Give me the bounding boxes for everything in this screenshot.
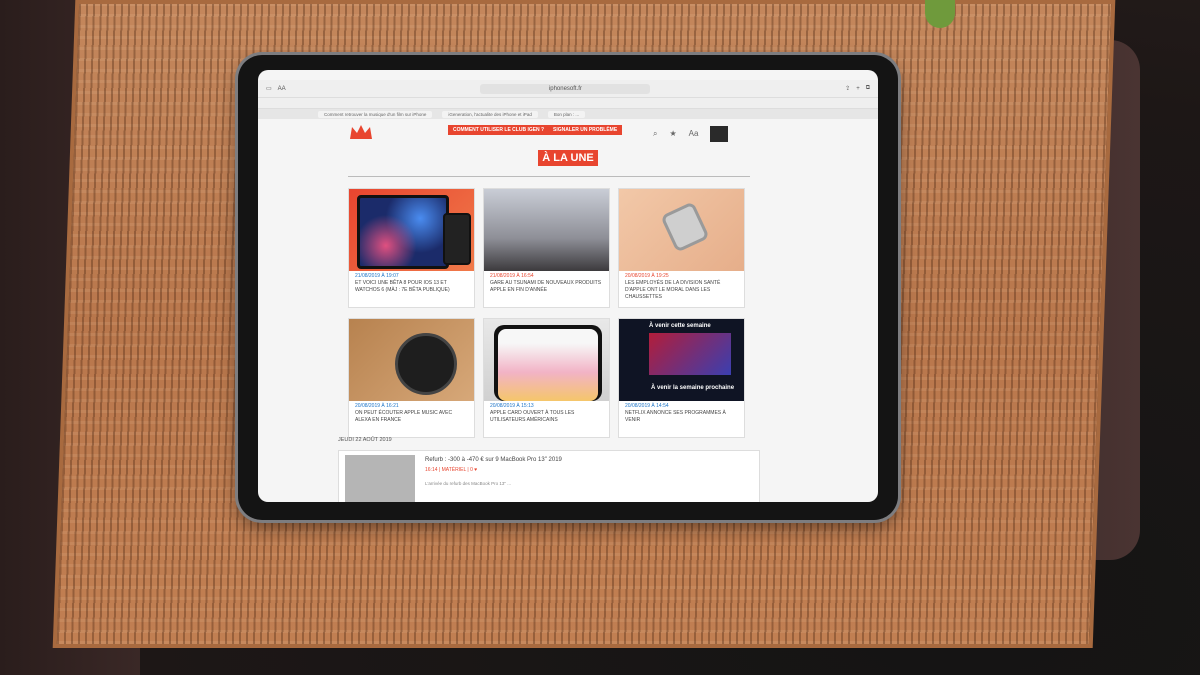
ipad-device: ▭ AA iphonesoft.fr ⇪ + ⧉ Comment retrouv… [238, 55, 898, 520]
card-title: APPLE CARD OUVERT À TOUS LES UTILISATEUR… [490, 410, 575, 423]
card-title: NETFLIX ANNONCE SES PROGRAMMES À VENIR [625, 410, 726, 423]
divider [348, 176, 750, 177]
article-thumbnail [345, 455, 415, 502]
card-thumbnail [619, 189, 744, 271]
url-text: iphonesoft.fr [548, 85, 582, 92]
site-header: COMMENT UTILISER LE CLUB IGEN ? SIGNALER… [258, 119, 878, 151]
browser-toolbar: ▭ AA iphonesoft.fr ⇪ + ⧉ [258, 80, 878, 98]
article-meta: 16:14 | MATÉRIEL | 0 ♥ [425, 467, 478, 473]
search-icon[interactable]: ⌕ [653, 129, 657, 142]
card-title: ON PEUT ÉCOUTER APPLE MUSIC AVEC ALEXA E… [355, 410, 453, 423]
new-tab-icon[interactable]: + [856, 86, 860, 92]
tabs-icon[interactable]: ⧉ [866, 85, 870, 92]
article-card[interactable]: 21/08/2019 À 16:54 GARE AU TSUNAMI DE NO… [483, 188, 610, 308]
tab-strip: Comment retrouver la musique d'un film s… [258, 109, 878, 119]
section-title: À LA UNE [538, 150, 598, 166]
card-title: LES EMPLOYÉS DE LA DIVISION SANTÉ D'APPL… [625, 280, 721, 300]
thumb-text-top: À venir cette semaine [649, 323, 711, 329]
article-grid: 21/08/2019 À 19:07 ET VOICI UNE BÊTA 8 P… [348, 188, 745, 438]
card-date: 20/08/2019 À 14:54 [625, 403, 669, 409]
card-date: 21/08/2019 À 16:54 [490, 273, 534, 279]
text-size-icon[interactable]: AA [278, 86, 286, 92]
bookmarks-bar [258, 98, 878, 109]
avatar[interactable] [710, 126, 729, 142]
browser-tab[interactable]: iGeneration, l'actualite des iPhone et i… [442, 110, 538, 118]
card-date: 21/08/2019 À 19:07 [355, 273, 399, 279]
card-thumbnail [349, 189, 474, 271]
card-date: 20/08/2019 À 15:13 [490, 403, 534, 409]
url-bar[interactable]: iphonesoft.fr [480, 83, 651, 94]
card-date: 20/08/2019 À 16:21 [355, 403, 399, 409]
crown-logo-icon[interactable] [348, 123, 374, 141]
thumb-text-bottom: À venir la semaine prochaine [651, 385, 735, 391]
article-excerpt: L'arrivée du refurb des MacBook Pro 13" … [425, 481, 511, 486]
card-title: GARE AU TSUNAMI DE NOUVEAUX PRODUITS APP… [490, 280, 602, 293]
card-date: 20/08/2019 À 19:25 [625, 273, 669, 279]
card-title: ET VOICI UNE BÊTA 8 POUR IOS 13 ET WATCH… [355, 280, 450, 293]
article-card[interactable]: À venir cette semaine À venir la semaine… [618, 318, 745, 438]
header-icons: ⌕ ★ Aa [653, 126, 729, 142]
article-card[interactable]: 20/08/2019 À 19:25 LES EMPLOYÉS DE LA DI… [618, 188, 745, 308]
card-thumbnail: À venir cette semaine À venir la semaine… [619, 319, 744, 401]
ipad-screen: ▭ AA iphonesoft.fr ⇪ + ⧉ Comment retrouv… [258, 70, 878, 502]
club-help-button[interactable]: COMMENT UTILISER LE CLUB IGEN ? [448, 125, 550, 135]
date-heading: JEUDI 22 AOÛT 2019 [338, 437, 392, 443]
font-size-icon[interactable]: Aa [689, 129, 699, 142]
status-bar [258, 70, 878, 80]
photo-background: ▭ AA iphonesoft.fr ⇪ + ⧉ Comment retrouv… [0, 0, 1200, 675]
browser-tab[interactable]: Bon plan : ... [547, 110, 586, 118]
article-row[interactable]: Refurb : -300 à -470 € sur 9 MacBook Pro… [338, 450, 760, 502]
article-card[interactable]: 21/08/2019 À 19:07 ET VOICI UNE BÊTA 8 P… [348, 188, 475, 308]
card-thumbnail [349, 319, 474, 401]
sidebar-icon[interactable]: ▭ [266, 85, 272, 92]
card-thumbnail [484, 189, 609, 271]
browser-tab[interactable]: Comment retrouver la musique d'un film s… [318, 110, 433, 118]
card-thumbnail [484, 319, 609, 401]
share-icon[interactable]: ⇪ [845, 85, 850, 92]
report-problem-button[interactable]: SIGNALER UN PROBLÈME [548, 125, 623, 135]
article-card[interactable]: 20/08/2019 À 16:21 ON PEUT ÉCOUTER APPLE… [348, 318, 475, 438]
article-title: Refurb : -300 à -470 € sur 9 MacBook Pro… [425, 457, 562, 463]
article-card[interactable]: 20/08/2019 À 15:13 APPLE CARD OUVERT À T… [483, 318, 610, 438]
star-icon[interactable]: ★ [669, 129, 676, 142]
